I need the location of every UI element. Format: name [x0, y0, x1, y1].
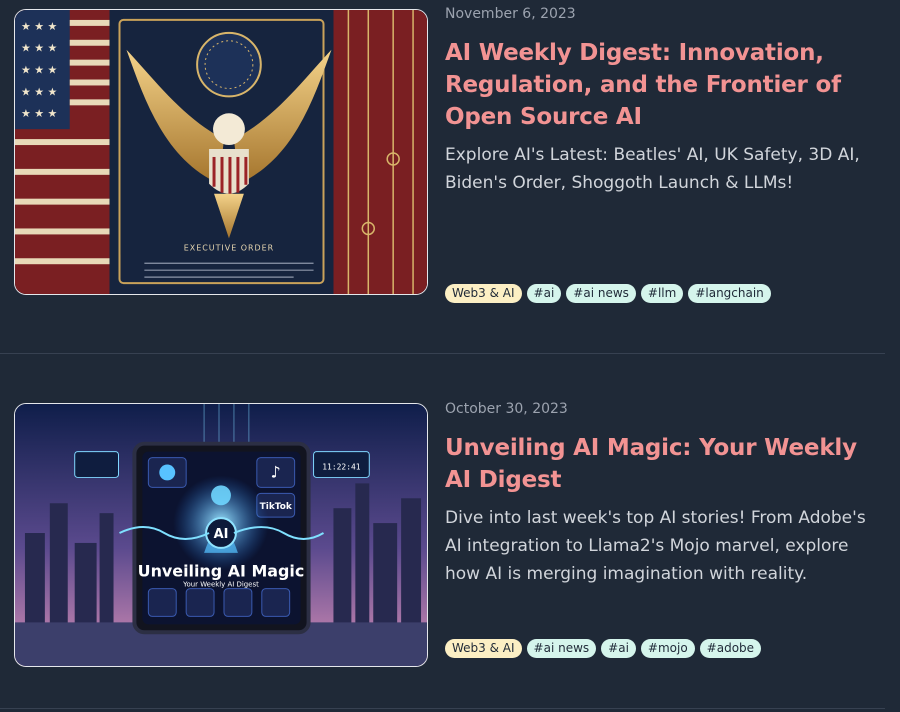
svg-text:Unveiling AI Magic: Unveiling AI Magic [138, 562, 305, 581]
blog-post-feed: ★ ★ ★ ★ ★ ★ ★ ★ ★ ★ ★ ★ ★ ★ ★ EXECUTIVE … [0, 0, 900, 712]
tag-langchain[interactable]: #langchain [688, 284, 771, 303]
post-title-link[interactable]: AI Weekly Digest: Innovation, Regulation… [445, 37, 875, 133]
tag-ai-news[interactable]: #ai news [566, 284, 636, 303]
svg-text:Your Weekly AI Digest: Your Weekly AI Digest [182, 581, 259, 589]
post-date: November 6, 2023 [445, 6, 576, 22]
post-divider [0, 708, 885, 709]
post-thumbnail[interactable]: ★ ★ ★ ★ ★ ★ ★ ★ ★ ★ ★ ★ ★ ★ ★ EXECUTIVE … [14, 9, 428, 295]
post-title-link[interactable]: Unveiling AI Magic: Your Weekly AI Diges… [445, 432, 875, 496]
post-date: October 30, 2023 [445, 401, 568, 417]
svg-text:11:22:41: 11:22:41 [322, 463, 361, 472]
tag-ai[interactable]: #ai [526, 284, 562, 303]
executive-order-illustration: ★ ★ ★ ★ ★ ★ ★ ★ ★ ★ ★ ★ ★ ★ ★ EXECUTIVE … [15, 10, 427, 294]
post-card: ♪ TikTok AI Unveiling AI Magic Your Week… [0, 354, 885, 708]
post-tags: Web3 & AI #ai news #ai #mojo #adobe [445, 639, 762, 658]
svg-text:★ ★ ★: ★ ★ ★ [21, 42, 58, 55]
svg-text:★ ★ ★: ★ ★ ★ [21, 85, 58, 98]
svg-text:♪: ♪ [271, 462, 281, 481]
post-excerpt: Explore AI's Latest: Beatles' AI, UK Saf… [445, 145, 860, 193]
tag-ai-news[interactable]: #ai news [526, 639, 597, 658]
svg-text:AI: AI [214, 527, 229, 542]
illustration-caption: EXECUTIVE ORDER [184, 243, 274, 252]
post-tags: Web3 & AI #ai #ai news #llm #langchain [445, 284, 771, 303]
tag-adobe[interactable]: #adobe [699, 639, 762, 658]
tag-llm[interactable]: #llm [640, 284, 684, 303]
tag-web3-ai[interactable]: Web3 & AI [445, 639, 522, 658]
svg-text:★ ★ ★: ★ ★ ★ [21, 20, 58, 33]
svg-text:★ ★ ★: ★ ★ ★ [21, 107, 58, 120]
svg-text:★ ★ ★: ★ ★ ★ [21, 64, 58, 77]
ai-magic-illustration: ♪ TikTok AI Unveiling AI Magic Your Week… [15, 404, 427, 666]
post-thumbnail[interactable]: ♪ TikTok AI Unveiling AI Magic Your Week… [14, 403, 428, 667]
tag-web3-ai[interactable]: Web3 & AI [445, 284, 522, 303]
post-card: ★ ★ ★ ★ ★ ★ ★ ★ ★ ★ ★ ★ ★ ★ ★ EXECUTIVE … [0, 0, 885, 353]
post-excerpt: Dive into last week's top AI stories! Fr… [445, 508, 866, 584]
tag-mojo[interactable]: #mojo [640, 639, 695, 658]
tag-ai[interactable]: #ai [601, 639, 636, 658]
